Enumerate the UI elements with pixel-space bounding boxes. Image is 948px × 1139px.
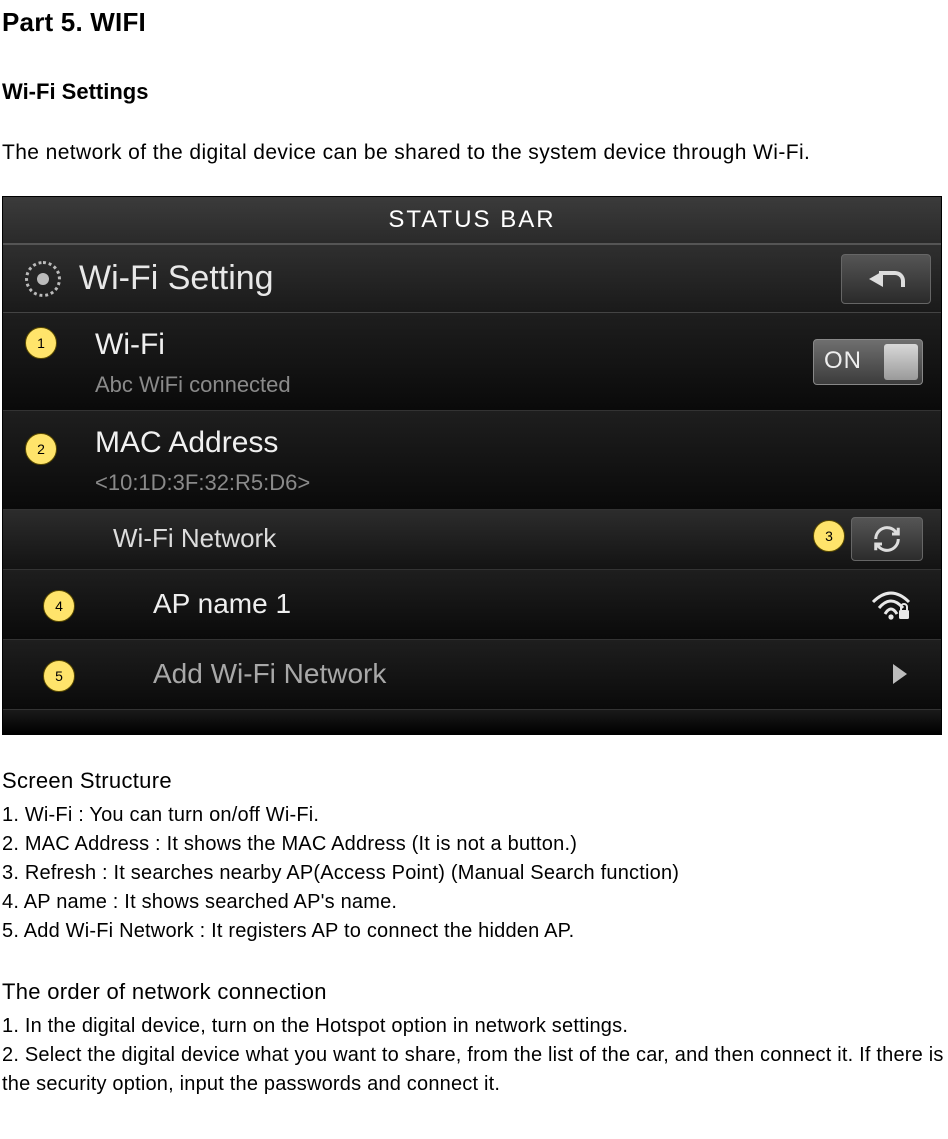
add-wifi-label: Add Wi-Fi Network <box>153 654 923 695</box>
callout-5: 5 <box>43 660 75 692</box>
structure-item-3: 3. Refresh : It searches nearby AP(Acces… <box>2 859 946 888</box>
gear-icon <box>25 261 61 297</box>
section-title: Wi-Fi Settings <box>2 76 946 108</box>
ap-name-1: AP name 1 <box>153 584 923 625</box>
wifi-row-title: Wi-Fi <box>95 323 923 367</box>
callout-4: 4 <box>43 590 75 622</box>
intro-text: The network of the digital device can be… <box>2 138 946 168</box>
header-title: Wi-Fi Setting <box>79 254 274 303</box>
order-item-1: 1. In the digital device, turn on the Ho… <box>2 1012 946 1041</box>
add-wifi-row[interactable]: 5 Add Wi-Fi Network <box>3 640 941 710</box>
device-screenshot: STATUS BAR Wi-Fi Setting 1 Wi-Fi Abc WiF… <box>2 196 942 735</box>
back-icon <box>869 267 903 291</box>
structure-item-4: 4. AP name : It shows searched AP's name… <box>2 888 946 917</box>
refresh-icon <box>872 524 902 554</box>
status-bar: STATUS BAR <box>3 197 941 245</box>
wifi-toggle-row[interactable]: 1 Wi-Fi Abc WiFi connected ON <box>3 313 941 411</box>
wifi-network-header-row: Wi-Fi Network 3 <box>3 510 941 570</box>
toggle-label: ON <box>824 344 862 379</box>
refresh-button[interactable] <box>851 517 923 561</box>
structure-item-1: 1. Wi-Fi : You can turn on/off Wi-Fi. <box>2 801 946 830</box>
callout-1: 1 <box>25 327 57 359</box>
screenshot-bottom-space <box>3 710 941 734</box>
screen-structure-heading: Screen Structure <box>2 765 946 797</box>
back-button[interactable] <box>841 254 931 304</box>
callout-2: 2 <box>25 433 57 465</box>
wifi-on-toggle[interactable]: ON <box>813 339 923 385</box>
wifi-row-subtitle: Abc WiFi connected <box>95 369 923 401</box>
mac-value: <10:1D:3F:32:R5:D6> <box>95 467 923 499</box>
order-heading: The order of network connection <box>2 976 946 1008</box>
order-item-2: 2. Select the digital device what you wa… <box>2 1041 946 1099</box>
callout-3: 3 <box>813 520 845 552</box>
part-title: Part 5. WIFI <box>2 4 946 42</box>
chevron-right-icon <box>893 664 907 684</box>
ap-row-1[interactable]: 4 AP name 1 <box>3 570 941 640</box>
wifi-settings-header: Wi-Fi Setting <box>3 245 941 313</box>
wifi-secure-icon <box>871 588 911 620</box>
wifi-network-label: Wi-Fi Network <box>113 520 923 558</box>
mac-title: MAC Address <box>95 421 923 465</box>
mac-address-row: 2 MAC Address <10:1D:3F:32:R5:D6> <box>3 411 941 509</box>
structure-item-5: 5. Add Wi-Fi Network : It registers AP t… <box>2 917 946 946</box>
structure-item-2: 2. MAC Address : It shows the MAC Addres… <box>2 830 946 859</box>
